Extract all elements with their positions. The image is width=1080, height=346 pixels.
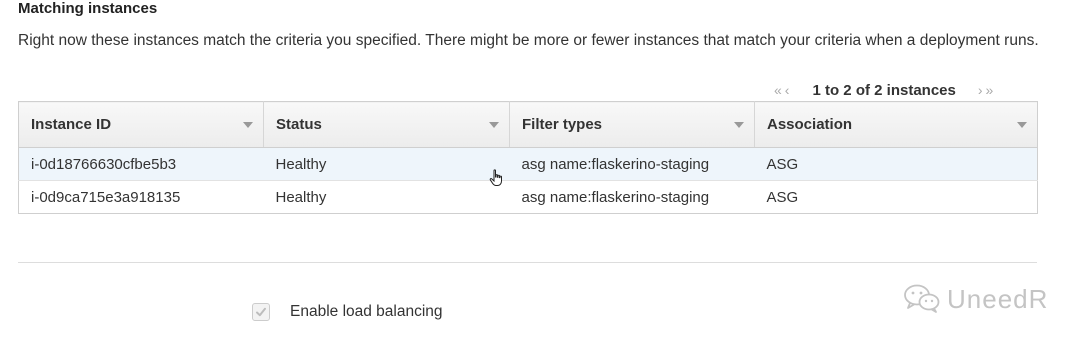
column-header-association[interactable]: Association	[754, 101, 1038, 148]
cell-association: ASG	[754, 147, 1038, 181]
column-header-label: Status	[276, 116, 322, 133]
enable-load-balancing-label[interactable]: Enable load balancing	[290, 303, 443, 321]
column-header-instance-id[interactable]: Instance ID	[18, 101, 264, 148]
wechat-icon	[904, 284, 940, 313]
cell-status: Healthy	[263, 147, 510, 181]
cell-filter-types: asg name:flaskerino-staging	[509, 147, 755, 181]
cell-instance-id: i-0d18766630cfbe5b3	[18, 147, 264, 181]
section-title: Matching instances	[18, 0, 158, 17]
table-header-row: Instance ID Status Filter types Associat…	[18, 101, 1038, 148]
load-balancing-option: Enable load balancing	[252, 303, 443, 321]
column-header-status[interactable]: Status	[263, 101, 510, 148]
next-page-icon[interactable]: ›	[978, 82, 984, 98]
section-description: Right now these instances match the crit…	[18, 32, 1039, 49]
sort-caret-icon[interactable]	[1017, 122, 1027, 128]
instances-table: Instance ID Status Filter types Associat…	[18, 101, 1038, 214]
pagination-range: 1 to 2 of 2 instances	[812, 81, 956, 99]
sort-caret-icon[interactable]	[489, 122, 499, 128]
sort-caret-icon[interactable]	[243, 122, 253, 128]
column-header-filter-types[interactable]: Filter types	[509, 101, 755, 148]
hand-cursor-icon	[489, 169, 502, 186]
cell-association: ASG	[766, 188, 799, 206]
column-header-label: Association	[767, 116, 853, 133]
table-row[interactable]: i-0d9ca715e3a918135 Healthy asg name:fla…	[19, 181, 1038, 214]
cell-filter-types: asg name:flaskerino-staging	[521, 188, 710, 206]
page: Matching instances Right now these insta…	[0, 0, 1080, 346]
cell-status: Healthy	[275, 188, 327, 206]
first-page-icon[interactable]: «	[774, 82, 783, 98]
column-header-label: Filter types	[522, 116, 603, 133]
prev-page-icon[interactable]: ‹	[785, 82, 791, 98]
table-row[interactable]: i-0d18766630cfbe5b3 Healthy asg name:fla…	[18, 147, 1038, 181]
column-header-label: Instance ID	[31, 116, 112, 133]
last-page-icon[interactable]: »	[986, 82, 995, 98]
watermark-text: UneedR	[947, 283, 1049, 314]
checkmark-icon	[256, 307, 266, 317]
cell-instance-id: i-0d9ca715e3a918135	[31, 188, 181, 206]
sort-caret-icon[interactable]	[734, 122, 744, 128]
section-divider	[18, 262, 1037, 263]
enable-load-balancing-checkbox[interactable]	[252, 303, 270, 321]
watermark: UneedR	[903, 283, 1048, 315]
pagination: « ‹ 1 to 2 of 2 instances › »	[770, 80, 1030, 100]
